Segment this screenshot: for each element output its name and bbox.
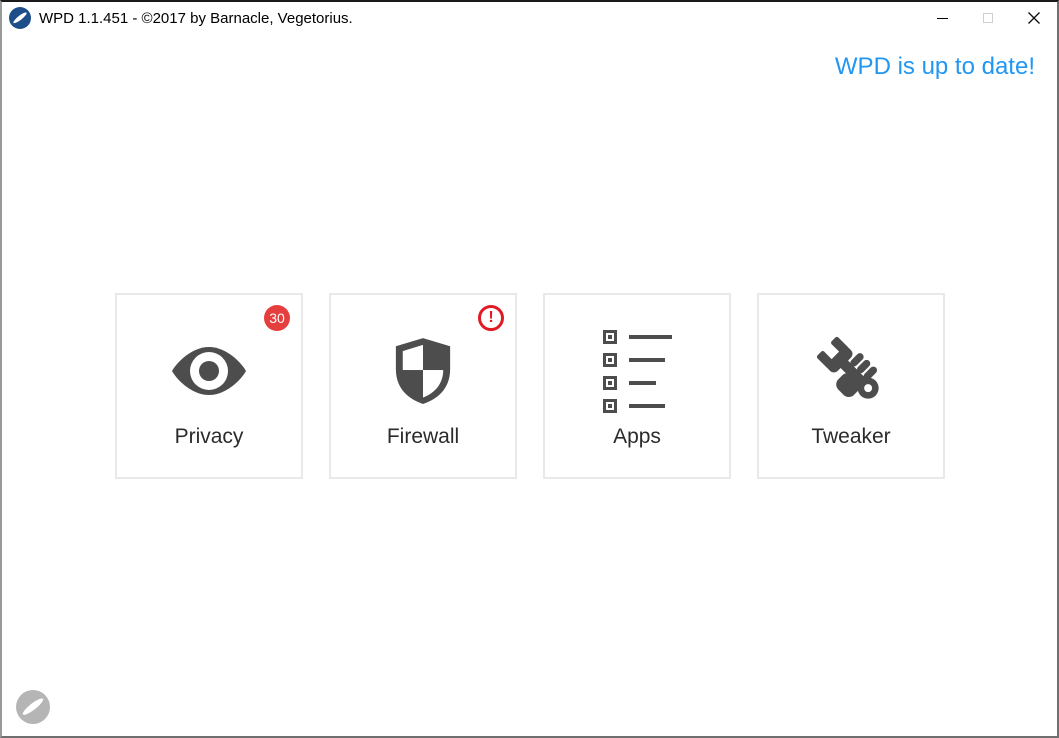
shield-icon (392, 329, 454, 413)
apps-card-label: Apps (613, 425, 661, 448)
tweaker-card[interactable]: Tweaker (757, 293, 945, 479)
firewall-card-label: Firewall (386, 425, 460, 448)
minimize-button[interactable] (919, 2, 965, 34)
close-icon (1028, 12, 1040, 24)
tweaker-card-label: Tweaker (811, 425, 891, 448)
wpd-footer-logo-icon (16, 690, 50, 724)
minimize-icon (936, 17, 948, 19)
update-status-text[interactable]: WPD is up to date! (835, 53, 1035, 81)
app-window: WPD 1.1.451 - ©2017 by Barnacle, Vegetor… (0, 0, 1059, 738)
window-controls (919, 2, 1057, 34)
wrench-hand-icon (811, 329, 891, 413)
maximize-button[interactable] (965, 2, 1011, 34)
eye-icon (171, 329, 247, 413)
privacy-count-badge: 30 (264, 305, 290, 331)
app-list-icon (602, 329, 672, 413)
privacy-card-label: Privacy (174, 425, 244, 448)
firewall-card[interactable]: ! Firewall (329, 293, 517, 479)
apps-card[interactable]: Apps (543, 293, 731, 479)
firewall-alert-badge: ! (478, 305, 504, 331)
app-logo-icon (9, 7, 31, 29)
maximize-icon (983, 13, 993, 23)
privacy-card[interactable]: 30 Privacy (115, 293, 303, 479)
title-bar: WPD 1.1.451 - ©2017 by Barnacle, Vegetor… (2, 2, 1057, 34)
cards-row: 30 Privacy ! Firewall Apps Tweaker (115, 293, 945, 479)
close-button[interactable] (1011, 2, 1057, 34)
window-title: WPD 1.1.451 - ©2017 by Barnacle, Vegetor… (39, 9, 353, 27)
